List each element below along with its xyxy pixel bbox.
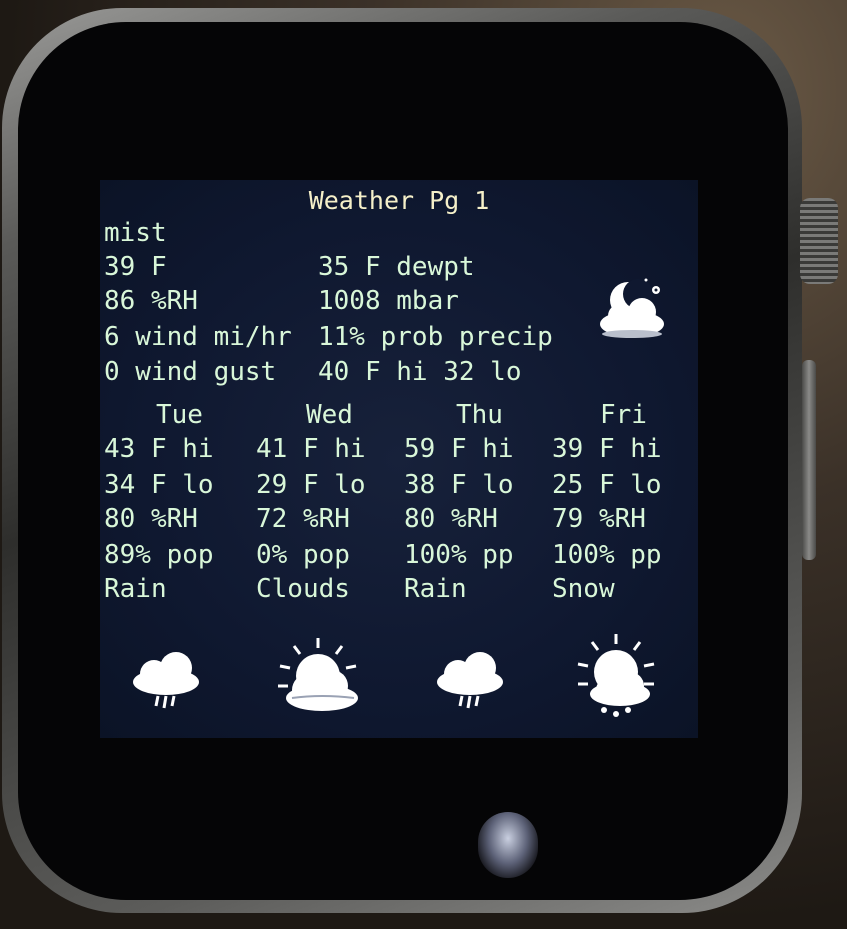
current-humidity: 86 %RH [104, 286, 198, 316]
forecast-desc: Snow [552, 574, 615, 604]
current-temp: 39 F [104, 252, 167, 282]
forecast-rh: 80 %RH [404, 504, 498, 534]
forecast-pop: 0% pop [256, 540, 350, 570]
page-title: Weather Pg 1 [308, 186, 490, 215]
forecast-pop: 100% pp [404, 540, 514, 570]
snow-sun-cloud-icon [577, 634, 655, 717]
forecast-pop: 100% pp [552, 540, 662, 570]
forecast-hi: 41 F hi [256, 434, 366, 464]
forecast-lo: 38 F lo [404, 470, 514, 500]
forecast-desc: Clouds [256, 574, 350, 604]
forecast-rh: 79 %RH [552, 504, 646, 534]
current-wind: 6 wind mi/hr [104, 322, 292, 352]
current-pressure: 1008 mbar [318, 286, 459, 316]
rain-cloud-icon [437, 652, 503, 709]
side-button[interactable] [802, 360, 816, 560]
forecast-lo: 29 F lo [256, 470, 366, 500]
forecast-rh: 72 %RH [256, 504, 350, 534]
digital-crown[interactable] [800, 198, 838, 284]
forecast-day-thu: Thu [456, 400, 503, 430]
current-dewpoint: 35 F dewpt [318, 252, 475, 282]
forecast-day-tue: Tue [156, 400, 203, 430]
forecast-pop: 89% pop [104, 540, 214, 570]
rain-cloud-icon [133, 652, 199, 709]
forecast-hi: 39 F hi [552, 434, 662, 464]
forecast-lo: 25 F lo [552, 470, 662, 500]
forecast-rh: 80 %RH [104, 504, 198, 534]
forecast-lo: 34 F lo [104, 470, 214, 500]
forecast-desc: Rain [404, 574, 467, 604]
condition-text: mist [104, 218, 167, 248]
watch-screen: Weather Pg 1 mist 39 F 35 F dewpt 86 %RH… [100, 180, 698, 738]
home-button[interactable] [478, 812, 538, 878]
moon-cloud-icon [600, 278, 664, 338]
current-precip-prob: 11% prob precip [318, 322, 553, 352]
current-gust: 0 wind gust [104, 357, 277, 387]
forecast-desc: Rain [104, 574, 167, 604]
current-hi-lo: 40 F hi 32 lo [318, 357, 522, 387]
forecast-day-fri: Fri [600, 400, 647, 430]
forecast-hi: 43 F hi [104, 434, 214, 464]
forecast-day-wed: Wed [306, 400, 353, 430]
sun-cloud-icon [278, 638, 358, 711]
forecast-hi: 59 F hi [404, 434, 514, 464]
